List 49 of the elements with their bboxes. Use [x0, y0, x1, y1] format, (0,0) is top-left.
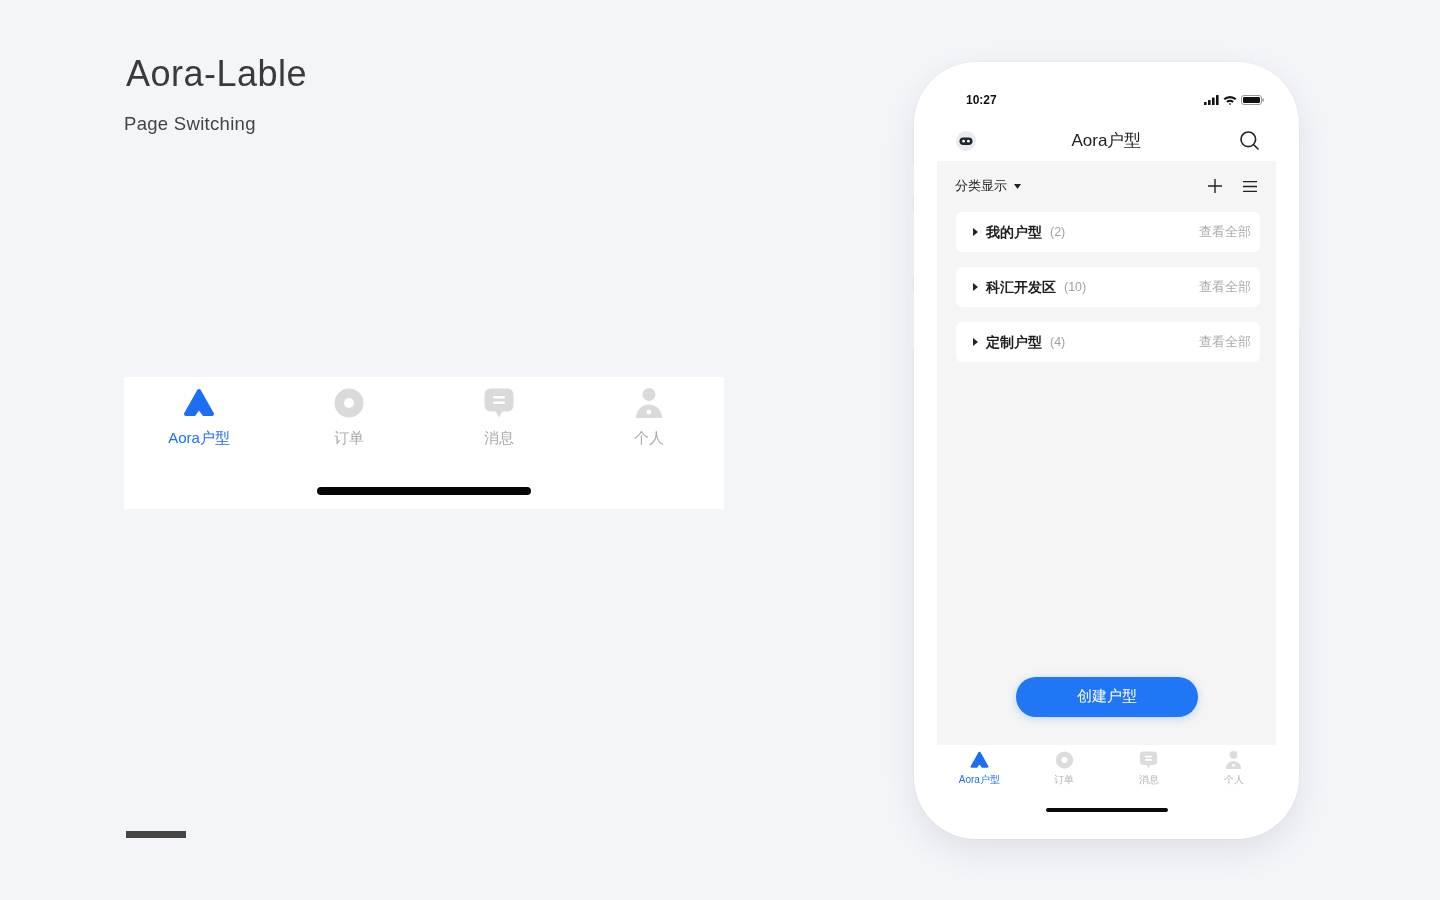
tab[interactable]: 订单 [1021, 745, 1107, 800]
disclosure-triangle-icon[interactable] [973, 228, 978, 236]
app-title: Aora户型 [1071, 130, 1142, 150]
person-icon [633, 388, 665, 418]
view-all-link[interactable]: 查看全部 [1199, 222, 1251, 242]
tab[interactable]: 个人 [574, 388, 724, 448]
robot-face-icon[interactable] [956, 130, 976, 151]
battery-icon [1241, 95, 1264, 105]
menu-icon [1243, 180, 1257, 192]
chat-bubble-icon [483, 388, 515, 418]
group-name: 科汇开发区 [986, 277, 1056, 297]
group-count: (2) [1050, 223, 1066, 241]
ring-icon [1054, 751, 1074, 769]
tab[interactable]: 个人 [1191, 745, 1276, 800]
create-button[interactable]: 创建户型 [1015, 677, 1198, 717]
ring-icon [333, 388, 365, 418]
add-button[interactable] [1208, 179, 1222, 193]
plus-icon [1208, 179, 1222, 193]
tab[interactable]: 订单 [274, 388, 424, 448]
tab[interactable]: 消息 [424, 388, 574, 448]
group-name: 我的户型 [986, 222, 1042, 242]
page-subtitle: Page Switching [124, 112, 256, 136]
tab[interactable]: Aora户型 [937, 745, 1022, 800]
disclosure-triangle-icon[interactable] [973, 338, 978, 346]
category-filter-dropdown[interactable]: 分类显示 [955, 176, 1021, 196]
a-logo-icon [183, 388, 215, 418]
group-row[interactable]: 定制户型 (4) 查看全部 [956, 322, 1260, 362]
search-icon [1240, 131, 1259, 150]
search-button[interactable] [1240, 131, 1259, 150]
view-all-link[interactable]: 查看全部 [1199, 332, 1251, 352]
wifi-icon [1223, 95, 1237, 105]
group-row[interactable]: 科汇开发区 (10) 查看全部 [956, 267, 1260, 307]
tab[interactable]: Aora户型 [124, 388, 274, 448]
group-count: (10) [1064, 278, 1087, 296]
group-count: (4) [1050, 333, 1066, 351]
group-row[interactable]: 我的户型 (2) 查看全部 [956, 212, 1260, 252]
page-title: Aora-Lable [126, 52, 308, 96]
caret-icon [1014, 183, 1021, 189]
disclosure-triangle-icon[interactable] [973, 283, 978, 291]
group-name: 定制户型 [986, 332, 1042, 352]
status-time: 10:27 [966, 92, 997, 109]
chat-bubble-icon [1139, 751, 1159, 769]
tab[interactable]: 消息 [1106, 745, 1192, 800]
signal-icon [1204, 95, 1219, 105]
a-logo-icon [969, 751, 989, 769]
decorative-bar [126, 831, 186, 838]
view-all-link[interactable]: 查看全部 [1199, 277, 1251, 297]
person-icon [1224, 751, 1244, 769]
menu-button[interactable] [1243, 180, 1257, 192]
